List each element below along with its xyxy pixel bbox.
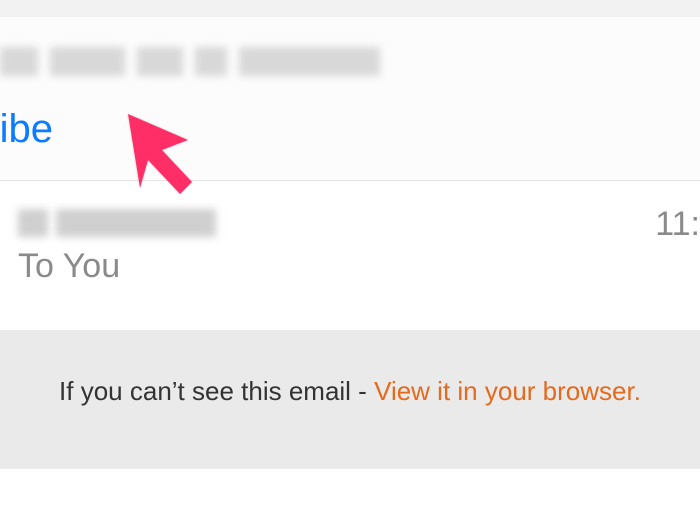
top-strip (0, 0, 700, 17)
subject-blurred (0, 47, 380, 76)
unsubscribe-link[interactable]: bscribe (0, 107, 53, 152)
email-viewer: bscribe To You 11: If you can’t see this… (0, 0, 700, 525)
view-in-browser-link[interactable]: View it in your browser. (374, 376, 641, 406)
timestamp: 11: (655, 205, 700, 244)
fallback-banner: If you can’t see this email - View it in… (0, 330, 700, 469)
email-header: bscribe (0, 17, 700, 181)
sender-name-blurred (18, 209, 218, 237)
recipient-line: To You (18, 247, 700, 286)
sender-meta: To You 11: (0, 181, 700, 296)
banner-text: If you can’t see this email - (59, 376, 374, 406)
